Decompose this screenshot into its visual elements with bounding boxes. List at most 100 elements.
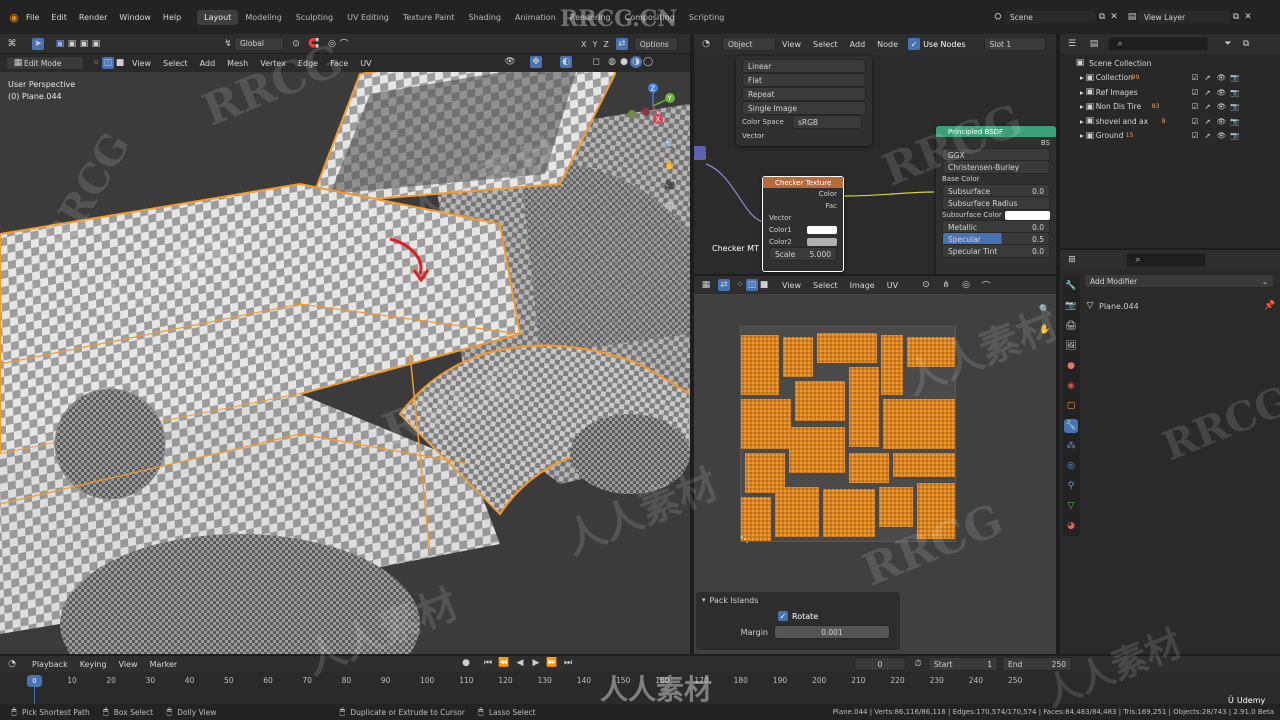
principled-bsdf-node[interactable]: Principled BSDF BS GGX Christensen-Burle…: [936, 126, 1056, 274]
uv-face-mode-icon[interactable]: ■: [758, 279, 770, 291]
axis-y-toggle[interactable]: Y: [589, 40, 600, 49]
display-mode-icon[interactable]: ▤: [1088, 38, 1100, 50]
object-icon[interactable]: ▢: [1064, 399, 1078, 413]
outliner-item[interactable]: ▸ ▣ Ref Images ☑ ➚ 👁 📷: [1074, 85, 1278, 100]
bsdf-output-label[interactable]: BS: [1041, 139, 1050, 147]
world-icon[interactable]: ◉: [1064, 379, 1078, 393]
color-space-dropdown[interactable]: sRGB: [792, 115, 862, 129]
specular-tint-field[interactable]: Specular Tint 0.0: [942, 244, 1050, 258]
blender-logo-icon[interactable]: ◉: [8, 11, 20, 24]
uv-sync-icon[interactable]: ⇄: [718, 279, 730, 291]
bsdf-node-header[interactable]: Principled BSDF: [936, 126, 1056, 137]
scene-selector[interactable]: Scene: [1004, 10, 1096, 24]
start-frame-field[interactable]: Start 1: [928, 657, 998, 671]
options-dropdown[interactable]: Options: [633, 37, 678, 51]
tab-shading[interactable]: Shading: [461, 10, 508, 25]
checker-color-output[interactable]: Color: [819, 190, 837, 198]
tab-sculpting[interactable]: Sculpting: [289, 10, 340, 25]
tool-icon[interactable]: 🔧: [1064, 279, 1078, 293]
output-icon[interactable]: 🖨: [1064, 319, 1078, 333]
uv-pan-hand-icon[interactable]: ✋: [1039, 324, 1051, 336]
properties-type-icon[interactable]: ⊞: [1066, 254, 1078, 266]
end-frame-field[interactable]: End 250: [1002, 657, 1072, 671]
viewport-3d[interactable]: ⌘ ➤ ▣ ▣ ▣ ▣ ↯ Global ⊙ 🧲 ◎ ⌒ X Y Z ⇄ Opt…: [0, 34, 690, 654]
falloff-icon[interactable]: ⌒: [338, 38, 350, 50]
camera-icon[interactable]: 🎥: [664, 180, 676, 192]
select-extend-icon[interactable]: ▣: [66, 38, 78, 50]
image-texture-node[interactable]: Linear Flat Repeat Single Image Color Sp…: [736, 56, 872, 146]
overlay-icon[interactable]: ◐: [560, 56, 572, 68]
viewport-menu-face[interactable]: Face: [324, 59, 354, 68]
viewport-menu-vertex[interactable]: Vertex: [254, 59, 292, 68]
timeline-ruler[interactable]: 0 10 20 30 40 50 60 70 80 90 100 110 120 130 140 150 160…: [0, 674, 1280, 704]
xray-icon[interactable]: ◻: [590, 56, 602, 68]
source-dropdown[interactable]: Single Image: [742, 101, 866, 115]
menu-render[interactable]: Render: [73, 13, 113, 22]
play-icon[interactable]: ▶: [530, 657, 542, 669]
checker-texture-node[interactable]: Checker Texture Color Fac Vector Color1 …: [762, 176, 844, 272]
filter-icon[interactable]: ⏷: [1222, 38, 1234, 50]
properties-editor[interactable]: ⊞ ⌕ 🔧 📷 🖨 🖼 ● ◉ ▢ 🔧 ⁂ ◎ ⚲ ▽ ◕ Add Modifi…: [1060, 250, 1280, 654]
render-icon[interactable]: 📷: [1064, 299, 1078, 313]
mode-dropdown[interactable]: ▦ Edit Mode: [6, 56, 84, 70]
properties-search[interactable]: ⌕: [1126, 253, 1206, 267]
uv-editor[interactable]: ▦ ⇄ ⁘ ◫ ■ View Select Image UV ⊙ ⋔ ◎ ⌒ 🔍…: [694, 276, 1056, 654]
uv-editor-type-icon[interactable]: ▦: [700, 279, 712, 291]
eye-icon[interactable]: 👁: [1217, 73, 1227, 82]
pivot-icon[interactable]: ⊙: [290, 38, 302, 50]
shader-node-editor[interactable]: ◔ Object View Select Add Node ✓ Use Node…: [694, 34, 1056, 274]
eye-icon[interactable]: 👁: [1217, 117, 1227, 126]
projection-dropdown[interactable]: Flat: [742, 73, 866, 87]
timeline-menu-keying[interactable]: Keying: [74, 660, 113, 669]
outliner-scene-collection[interactable]: ▣ Scene Collection: [1074, 56, 1278, 71]
current-frame-field[interactable]: 0: [854, 657, 906, 671]
eye-icon[interactable]: 👁: [1217, 88, 1227, 97]
constraints-icon[interactable]: ⚲: [1064, 479, 1078, 493]
menu-file[interactable]: File: [20, 13, 45, 22]
tab-rendering[interactable]: Rendering: [563, 10, 618, 25]
checkbox-icon[interactable]: ☑: [1192, 73, 1199, 82]
shading-solid-icon[interactable]: ●: [618, 56, 630, 68]
pack-islands-panel[interactable]: ▾ Pack Islands ✓ Rotate Margin 0.001: [696, 592, 900, 650]
gizmo-icon[interactable]: ✥: [530, 56, 542, 68]
select-arrow-icon[interactable]: ➚: [1205, 73, 1211, 82]
axis-x-toggle[interactable]: X: [578, 40, 589, 49]
viewport-menu-select[interactable]: Select: [157, 59, 194, 68]
checker-node-header[interactable]: Checker Texture: [763, 177, 843, 188]
vertex-select-icon[interactable]: ⁘: [90, 57, 102, 69]
pin-icon[interactable]: 📌: [1264, 300, 1276, 312]
proportional-edit-icon[interactable]: ◎: [326, 38, 338, 50]
visibility-icon[interactable]: 👁: [504, 56, 516, 68]
select-arrow-icon[interactable]: ➚: [1205, 131, 1211, 140]
jump-start-icon[interactable]: ⏮: [482, 657, 494, 669]
checker-fac-output[interactable]: Fac: [825, 202, 837, 210]
add-modifier-dropdown[interactable]: Add Modifier ⌄: [1084, 274, 1274, 288]
outliner-item[interactable]: ▸ ▣ Ground 15 ☑ ➚ 👁 📷: [1074, 129, 1278, 144]
viewport-menu-add[interactable]: Add: [194, 59, 222, 68]
tab-texture-paint[interactable]: Texture Paint: [396, 10, 462, 25]
select-box-icon[interactable]: ▣: [54, 38, 66, 50]
remove-view-layer-icon[interactable]: ✕: [1242, 11, 1254, 23]
checker-vector-input[interactable]: Vector: [769, 214, 791, 222]
uv-pivot-icon[interactable]: ⊙: [920, 279, 932, 291]
timeline[interactable]: ◔ Playback Keying View Marker ● ⏮ ⏪ ◀ ▶ …: [0, 656, 1280, 704]
eye-icon[interactable]: 👁: [1217, 102, 1227, 111]
menu-help[interactable]: Help: [157, 13, 187, 22]
tab-uv-editing[interactable]: UV Editing: [340, 10, 396, 25]
camera-render-icon[interactable]: 📷: [1230, 131, 1239, 140]
tab-animation[interactable]: Animation: [508, 10, 563, 25]
menu-edit[interactable]: Edit: [45, 13, 73, 22]
navigation-gizmo[interactable]: Z Y X: [620, 82, 686, 178]
outliner-item[interactable]: ▸ ▣ Non Dis Tire 83 ☑ ➚ 👁 📷: [1074, 100, 1278, 115]
orientation-dropdown[interactable]: Global: [234, 36, 284, 51]
mirror-icon[interactable]: ⇄: [615, 38, 628, 50]
edge-select-icon[interactable]: ◫: [102, 57, 114, 69]
uv-edge-mode-icon[interactable]: ◫: [746, 279, 758, 291]
checkbox-icon[interactable]: ☑: [1192, 88, 1199, 97]
uv-menu-uv[interactable]: UV: [881, 281, 904, 290]
subsurface-radius-field[interactable]: Subsurface Radius: [942, 196, 1050, 210]
rotate-checkbox[interactable]: ✓: [778, 611, 788, 621]
clock-icon[interactable]: ⏱: [912, 658, 924, 670]
next-keyframe-icon[interactable]: ⏩: [546, 657, 558, 669]
pan-hand-icon[interactable]: ✋: [664, 160, 676, 172]
